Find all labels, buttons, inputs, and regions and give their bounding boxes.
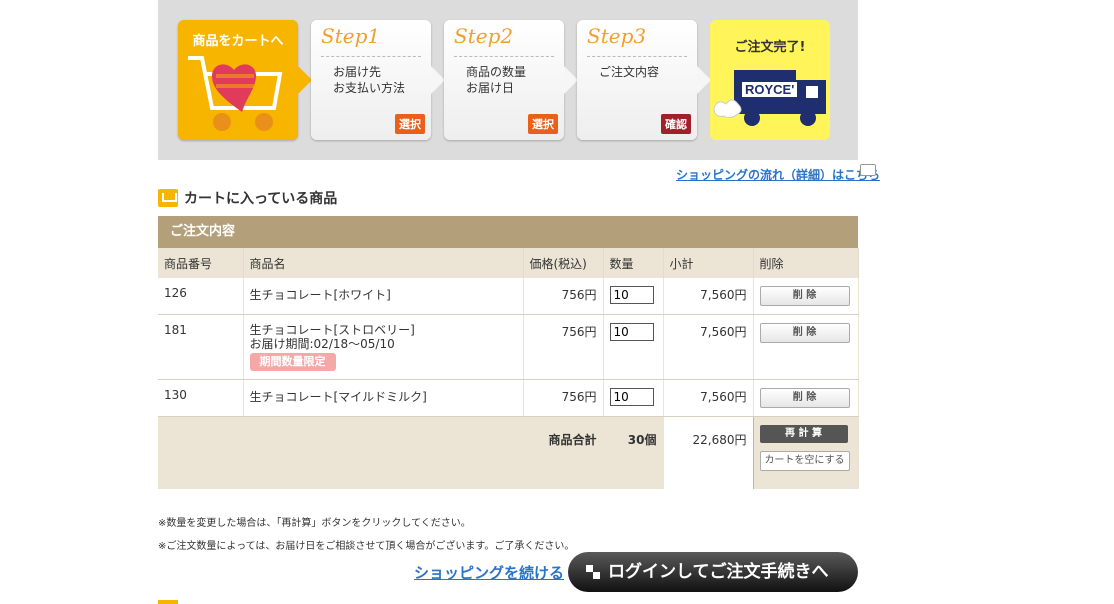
step-3-badge: 確認 — [661, 114, 691, 134]
delete-button[interactable]: 削 除 — [759, 388, 850, 408]
step-arrow — [298, 66, 312, 94]
item-name: 生チョコレート[マイルドミルク] — [243, 379, 524, 417]
item-subtotal: 7,560円 — [663, 379, 754, 417]
truck-icon — [713, 70, 826, 126]
col-name: 商品名 — [243, 248, 524, 278]
col-price: 価格(税込) — [523, 248, 604, 278]
checker-icon — [586, 565, 600, 579]
item-id: 181 — [158, 314, 244, 380]
item-price: 756円 — [523, 314, 604, 380]
item-name-cell: 生チョコレート[ストロベリー] お届け期間:02/18〜05/10 期間数量限定 — [243, 314, 524, 380]
item-name: 生チョコレート[ホワイト] — [243, 278, 524, 315]
item-price: 756円 — [523, 278, 604, 315]
quantity-input[interactable] — [609, 323, 654, 341]
step-2: Step2 商品の数量 お届け日 選択 — [444, 20, 578, 140]
table-row: 130 生チョコレート[マイルドミルク] 756円 7,560円 削 除 — [158, 379, 859, 417]
continue-shopping-link[interactable]: ショッピングを続ける — [414, 562, 564, 583]
item-qty-cell — [603, 314, 664, 380]
delete-button[interactable]: 削 除 — [759, 323, 850, 343]
summary-label: 商品合計 — [523, 416, 604, 489]
item-price: 756円 — [523, 379, 604, 417]
item-delete-cell: 削 除 — [753, 278, 859, 315]
login-checkout-label: ログインしてご注文手続きへ — [608, 562, 829, 582]
step-arrow — [431, 66, 445, 94]
item-subtotal: 7,560円 — [663, 278, 754, 315]
item-delete-cell: 削 除 — [753, 314, 859, 380]
summary-actions: 再 計 算 カートを空にする — [753, 416, 859, 489]
note-recalc: ※数量を変更した場合は、「再計算」ボタンをクリックしてください。 — [158, 518, 471, 529]
section-heading: カートに入っている商品 — [158, 188, 337, 208]
item-subtotal: 7,560円 — [663, 314, 754, 380]
step-1-badge: 選択 — [395, 114, 425, 134]
step-arrow — [564, 66, 578, 94]
step-1-desc: お届け先 お支払い方法 — [333, 65, 406, 95]
step-2-title: Step2 — [454, 24, 514, 48]
item-name: 生チョコレート[ストロベリー] — [249, 323, 415, 337]
brand-logo: ROYCE' — [742, 82, 798, 97]
order-table: 商品番号 商品名 価格(税込) 数量 小計 削除 126 生チョコレート[ホワイ… — [158, 248, 859, 489]
table-header-row: 商品番号 商品名 価格(税込) 数量 小計 削除 — [158, 248, 859, 278]
col-delete: 削除 — [753, 248, 859, 278]
step-2-desc: 商品の数量 お届け日 — [466, 65, 527, 95]
note-delivery: ※ご注文数量によっては、お届け日をご相談させて頂く場合がございます。ご了承くださ… — [158, 541, 575, 552]
divider — [454, 56, 554, 57]
step-2-badge: 選択 — [528, 114, 558, 134]
speech-bubble-icon — [860, 164, 876, 176]
limited-badge: 期間数量限定 — [249, 353, 336, 371]
col-subtotal: 小計 — [663, 248, 754, 278]
next-section-marker — [158, 600, 178, 604]
summary-empty — [158, 416, 244, 489]
item-delete-cell: 削 除 — [753, 379, 859, 417]
delete-button[interactable]: 削 除 — [759, 286, 850, 306]
table-row: 126 生チョコレート[ホワイト] 756円 7,560円 削 除 — [158, 278, 859, 315]
summary-total: 22,680円 — [662, 416, 754, 489]
quantity-input[interactable] — [609, 388, 654, 406]
table-row: 181 生チョコレート[ストロベリー] お届け期間:02/18〜05/10 期間… — [158, 314, 859, 380]
step-arrow — [697, 66, 711, 94]
col-qty: 数量 — [603, 248, 664, 278]
login-checkout-button[interactable]: ログインしてご注文手続きへ — [568, 552, 858, 592]
step-3: Step3 ご注文内容 確認 — [577, 20, 711, 140]
item-period: お届け期間:02/18〜05/10 — [249, 337, 395, 351]
divider — [587, 56, 687, 57]
section-title: カートに入っている商品 — [184, 191, 338, 207]
step-done-label: ご注文完了! — [734, 40, 806, 55]
shopping-flow-link[interactable]: ショッピングの流れ（詳細）はこちら — [676, 166, 880, 183]
step-3-title: Step3 — [587, 24, 647, 48]
step-cart-label: 商品をカートへ — [192, 34, 284, 49]
item-qty-cell — [603, 278, 664, 315]
summary-empty — [243, 416, 524, 489]
step-1: Step1 お届け先 お支払い方法 選択 — [311, 20, 445, 140]
step-done: ご注文完了! ROYCE' — [710, 20, 830, 140]
empty-cart-button[interactable]: カートを空にする — [759, 451, 850, 471]
step-cart: 商品をカートへ — [178, 20, 312, 140]
summary-count: 30個 — [603, 416, 664, 489]
cart-icon — [158, 189, 178, 207]
step-banner: 商品をカートへ Step1 お届け先 お支払い方法 選択 Step2 商品の数量… — [158, 0, 858, 160]
divider — [321, 56, 421, 57]
order-header: ご注文内容 — [158, 216, 858, 248]
order-panel: ご注文内容 商品番号 商品名 価格(税込) 数量 小計 削除 126 生チョコレ… — [158, 216, 859, 489]
recalculate-button[interactable]: 再 計 算 — [759, 425, 848, 443]
quantity-input[interactable] — [609, 286, 654, 304]
item-qty-cell — [603, 379, 664, 417]
cart-heart-icon — [188, 56, 283, 131]
step-3-desc: ご注文内容 — [599, 65, 660, 79]
col-id: 商品番号 — [158, 248, 244, 278]
step-1-title: Step1 — [321, 24, 381, 48]
item-id: 126 — [158, 278, 244, 315]
item-id: 130 — [158, 379, 244, 417]
summary-row: 商品合計 30個 22,680円 再 計 算 カートを空にする — [158, 416, 859, 489]
